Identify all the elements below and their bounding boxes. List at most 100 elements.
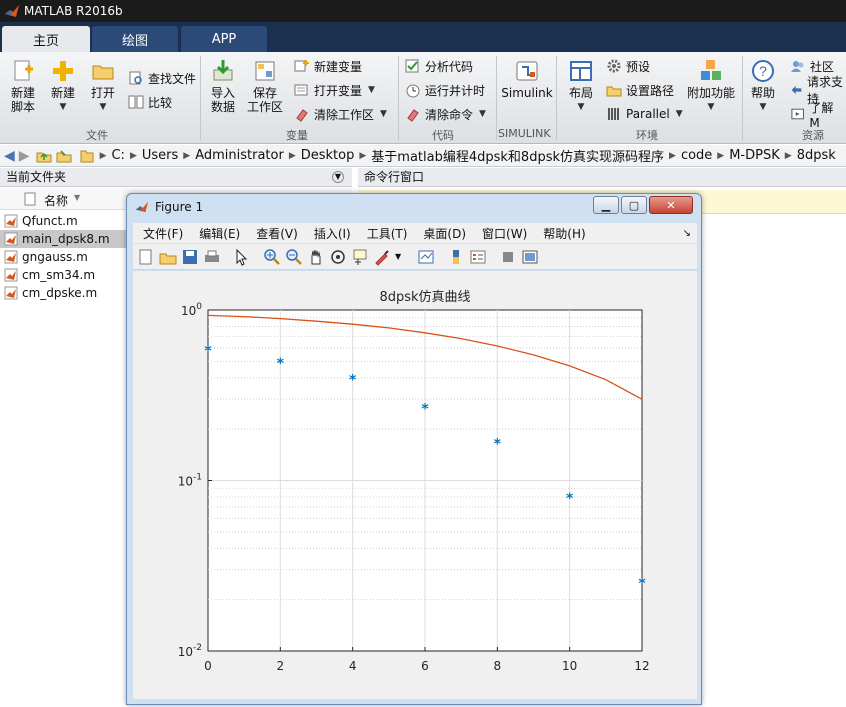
brush-icon[interactable] (373, 248, 391, 266)
menu-desktop[interactable]: 桌面(D) (423, 225, 466, 242)
back-arrow-icon[interactable]: ◀ (4, 148, 15, 164)
pan-hand-icon[interactable] (307, 248, 325, 266)
menu-window[interactable]: 窗口(W) (482, 225, 527, 242)
close-button[interactable]: ✕ (649, 196, 693, 214)
y-tick-label: 10-2 (178, 643, 202, 659)
insert-legend-icon[interactable] (469, 248, 487, 266)
save-icon[interactable] (181, 248, 199, 266)
rotate-3d-icon[interactable] (329, 248, 347, 266)
file-item[interactable]: gngauss.m (0, 248, 130, 266)
current-folder-header: 当前文件夹 ▼ (0, 168, 352, 187)
breadcrumb-item[interactable]: Users (142, 148, 178, 163)
pointer-icon[interactable] (233, 248, 251, 266)
chart-title: 8dpsk仿真曲线 (379, 290, 470, 305)
parallel-button[interactable]: Parallel ▼ (606, 104, 683, 124)
open-file-icon[interactable] (159, 248, 177, 266)
layout-icon (570, 61, 592, 81)
brush-dropdown-icon[interactable]: ▼ (395, 252, 401, 261)
zoom-in-icon[interactable] (263, 248, 281, 266)
file-list: Qfunct.m main_dpsk8.m gngauss.m cm_sm34.… (0, 212, 130, 302)
breadcrumb-item[interactable]: Administrator (195, 148, 284, 163)
tab-apps[interactable]: APP (181, 26, 267, 52)
breadcrumb-item[interactable]: M-DPSK (729, 148, 780, 163)
path-separator-icon: ▶ (183, 150, 191, 161)
minimize-button[interactable]: ▁ (593, 196, 619, 214)
column-header-name[interactable]: 名称 (44, 192, 68, 209)
panel-menu-icon[interactable]: ▼ (332, 171, 344, 183)
set-path-button[interactable]: 设置路径 (606, 80, 674, 100)
menu-view[interactable]: 查看(V) (256, 225, 298, 242)
browse-folder-icon[interactable] (56, 148, 72, 164)
hide-plot-tools-icon[interactable] (499, 248, 517, 266)
run-and-time-button[interactable]: 运行并计时 (405, 80, 485, 100)
figure-window: Figure 1 ▁ ▢ ✕ 文件(F) 编辑(E) 查看(V) 插入(I) 工… (126, 193, 702, 705)
command-window-title: 命令行窗口 (364, 170, 425, 184)
x-tick-label: 0 (204, 659, 212, 673)
breadcrumb-item[interactable]: C: (111, 148, 124, 163)
y-tick-label: 10-1 (178, 473, 202, 489)
new-figure-icon[interactable] (137, 248, 155, 266)
clear-workspace-button[interactable]: 清除工作区 ▼ (294, 104, 387, 124)
insert-colorbar-icon[interactable] (447, 248, 465, 266)
new-script-button[interactable]: 新建 脚本 (6, 58, 40, 114)
menu-file[interactable]: 文件(F) (143, 225, 183, 242)
file-item[interactable]: cm_dpske.m (0, 284, 130, 302)
file-item[interactable]: cm_sm34.m (0, 266, 130, 284)
tab-plots[interactable]: 绘图 (92, 26, 178, 52)
new-variable-button[interactable]: 新建变量 (294, 56, 362, 76)
data-point-marker: * (277, 356, 285, 372)
new-script-icon (14, 60, 33, 81)
request-support-link[interactable]: 请求支持 (790, 75, 846, 106)
x-tick-label: 8 (494, 659, 502, 673)
plot-area[interactable]: 8dpsk仿真曲线 0 2 4 6 8 10 12 100 10-1 10-2 * * * * * * * (133, 271, 697, 699)
ribbon-separator (496, 56, 497, 140)
address-bar: ◀ ▶ ▶ C: ▶ Users ▶ Administrator ▶ Deskt… (0, 145, 846, 167)
print-icon[interactable] (203, 248, 221, 266)
show-plot-tools-icon[interactable] (521, 248, 539, 266)
breadcrumb-item[interactable]: Desktop (301, 148, 355, 163)
matlab-logo-icon (5, 5, 19, 17)
analyze-code-button[interactable]: 分析代码 (405, 56, 473, 76)
file-item[interactable]: Qfunct.m (0, 212, 130, 230)
clear-commands-button[interactable]: 清除命令 ▼ (405, 104, 486, 124)
layout-button[interactable]: 布局 ▼ (564, 58, 598, 114)
path-separator-icon: ▶ (359, 150, 367, 161)
new-button[interactable]: 新建 ▼ (46, 58, 80, 114)
file-item-selected[interactable]: main_dpsk8.m (0, 230, 130, 248)
path-separator-icon: ▶ (717, 150, 725, 161)
menu-tools[interactable]: 工具(T) (367, 225, 408, 242)
zoom-out-icon[interactable] (285, 248, 303, 266)
m-file-icon (4, 232, 18, 246)
path-separator-icon: ▶ (99, 150, 107, 161)
learn-matlab-link[interactable]: 了解 M (790, 101, 846, 130)
breadcrumb-item[interactable]: code (681, 148, 712, 163)
find-files-button[interactable]: 查找文件 (128, 68, 196, 88)
dock-arrow-icon[interactable]: ↘ (683, 228, 691, 239)
compare-icon (128, 95, 144, 109)
compare-button[interactable]: 比较 (128, 92, 172, 112)
save-workspace-button[interactable]: 保存 工作区 (246, 58, 284, 114)
menu-insert[interactable]: 插入(I) (314, 225, 351, 242)
open-variable-button[interactable]: 打开变量 ▼ (294, 80, 375, 100)
menu-edit[interactable]: 编辑(E) (199, 225, 240, 242)
preferences-button[interactable]: 预设 (606, 56, 650, 76)
maximize-button[interactable]: ▢ (621, 196, 647, 214)
addons-button[interactable]: 附加功能 ▼ (686, 58, 736, 114)
forward-arrow-icon[interactable]: ▶ (19, 148, 30, 164)
tab-home[interactable]: 主页 (2, 26, 90, 52)
save-workspace-icon (255, 61, 275, 81)
m-file-icon (4, 214, 18, 228)
breadcrumb-item[interactable]: 8dpsk (797, 148, 836, 163)
breadcrumb-item[interactable]: 基于matlab编程4dpsk和8dpsk仿真实现源码程序 (371, 146, 664, 165)
import-data-button[interactable]: 导入 数据 (206, 58, 240, 114)
svg-text:?: ? (759, 63, 767, 79)
link-plot-icon[interactable] (417, 248, 435, 266)
simulink-button[interactable]: Simulink (501, 58, 553, 100)
up-folder-icon[interactable] (36, 148, 52, 164)
help-button[interactable]: ? 帮助 ▼ (748, 58, 778, 114)
open-button[interactable]: 打开 ▼ (86, 58, 120, 114)
matlab-logo-icon (135, 201, 149, 213)
menu-help[interactable]: 帮助(H) (543, 225, 585, 242)
data-cursor-icon[interactable] (351, 248, 369, 266)
x-tick-label: 6 (421, 659, 429, 673)
